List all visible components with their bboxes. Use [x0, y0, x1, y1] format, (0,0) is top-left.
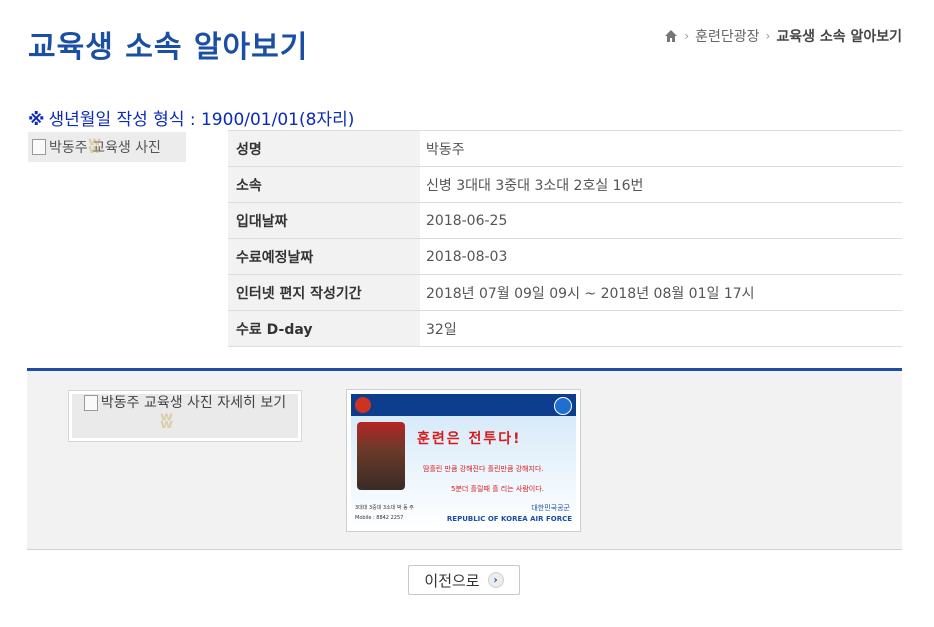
notice-text: 생년월일 작성 형식 : 1900/01/01(8자리)	[48, 110, 355, 130]
prev-button-label: 이전으로	[424, 571, 480, 590]
breadcrumb-item[interactable]: 훈련단광장	[695, 26, 759, 46]
chevron-right-icon: ›	[684, 29, 690, 43]
emblem-watermark-icon: ʬ	[88, 134, 101, 159]
card-line-1: 땀흘린 만큼 강해진다 흘린만큼 강해지다.	[423, 465, 544, 473]
page-title: 교육생 소속 알아보기	[28, 30, 309, 65]
table-row: 소속 신병 3대대 3중대 3소대 2호실 16번	[228, 166, 902, 203]
row-label: 인터넷 편지 작성기간	[228, 274, 420, 311]
card-mobile: Mobile : 8842 2257	[355, 515, 404, 521]
card-kaf-en: REPUBLIC OF KOREA AIR FORCE	[446, 515, 572, 523]
card-line-2: 5분더 흘릴때 흘 리는 사람이다.	[451, 485, 544, 493]
trainee-portrait	[357, 422, 405, 490]
table-row: 수료예정날짜 2018-08-03	[228, 238, 902, 275]
notice-mark: ※	[28, 110, 45, 130]
row-label: 성명	[228, 130, 420, 167]
row-label: 입대날짜	[228, 202, 420, 239]
date-format-notice: ※ 생년월일 작성 형식 : 1900/01/01(8자리)	[28, 105, 354, 130]
emblem-watermark-icon: ʬ	[160, 409, 173, 434]
broken-image-icon	[83, 395, 98, 411]
row-value: 박동주	[420, 130, 902, 167]
prev-button[interactable]: 이전으로 ›	[408, 565, 520, 595]
table-row: 인터넷 편지 작성기간 2018년 07월 09일 09시 ~ 2018년 08…	[228, 274, 902, 311]
card-kaf: 대한민국공군	[531, 504, 570, 512]
photo-detail-alt: 박동주 교육생 사진 자세히 보기	[100, 395, 287, 411]
photo-detail-link[interactable]: 박동주 교육생 사진 자세히 보기 ʬ	[68, 390, 302, 442]
row-label: 소속	[228, 166, 420, 203]
home-icon[interactable]	[664, 29, 678, 43]
breadcrumb-current: 교육생 소속 알아보기	[776, 29, 902, 45]
card-headline: 훈련은 전투다!	[417, 431, 522, 447]
trainee-photo: 박동주 교육생 사진 ʬ	[28, 132, 186, 162]
training-card-image[interactable]: 훈련은 전투다! 땀흘린 만큼 강해진다 흘린만큼 강해지다. 5분더 흘릴때 …	[351, 394, 576, 527]
row-value: 32일	[420, 310, 902, 347]
chevron-right-icon: ›	[487, 572, 504, 588]
row-value: 신병 3대대 3중대 3소대 2호실 16번	[420, 166, 902, 203]
photo-detail-image[interactable]: 박동주 교육생 사진 자세히 보기 ʬ	[72, 394, 298, 438]
breadcrumb: › 훈련단광장 › 교육생 소속 알아보기	[664, 26, 902, 46]
trainee-photo-alt: 박동주 교육생 사진	[49, 140, 161, 156]
row-value: 2018-08-03	[420, 238, 902, 275]
table-row: 성명 박동주	[228, 130, 902, 167]
unit-emblem-icon	[355, 397, 371, 413]
card-unit: 3대대 3중대 3소대 박 동 주	[355, 505, 414, 511]
training-card-frame[interactable]: 훈련은 전투다! 땀흘린 만큼 강해진다 흘린만큼 강해지다. 5분더 흘릴때 …	[346, 389, 581, 532]
row-label: 수료 D-day	[228, 310, 420, 347]
broken-image-icon	[32, 139, 46, 155]
air-force-emblem-icon	[554, 397, 572, 415]
photo-gallery: 박동주 교육생 사진 자세히 보기 ʬ 훈련은 전투다! 땀흘린 만큼 강해진다…	[27, 368, 902, 550]
card-topbar	[351, 394, 576, 416]
table-row: 수료 D-day 32일	[228, 310, 902, 347]
chevron-right-icon: ›	[765, 29, 771, 43]
row-label: 수료예정날짜	[228, 238, 420, 275]
row-value: 2018-06-25	[420, 202, 902, 239]
table-row: 입대날짜 2018-06-25	[228, 202, 902, 239]
row-value: 2018년 07월 09일 09시 ~ 2018년 08월 01일 17시	[420, 274, 902, 311]
trainee-info-table: 성명 박동주 소속 신병 3대대 3중대 3소대 2호실 16번 입대날짜 20…	[228, 130, 902, 347]
